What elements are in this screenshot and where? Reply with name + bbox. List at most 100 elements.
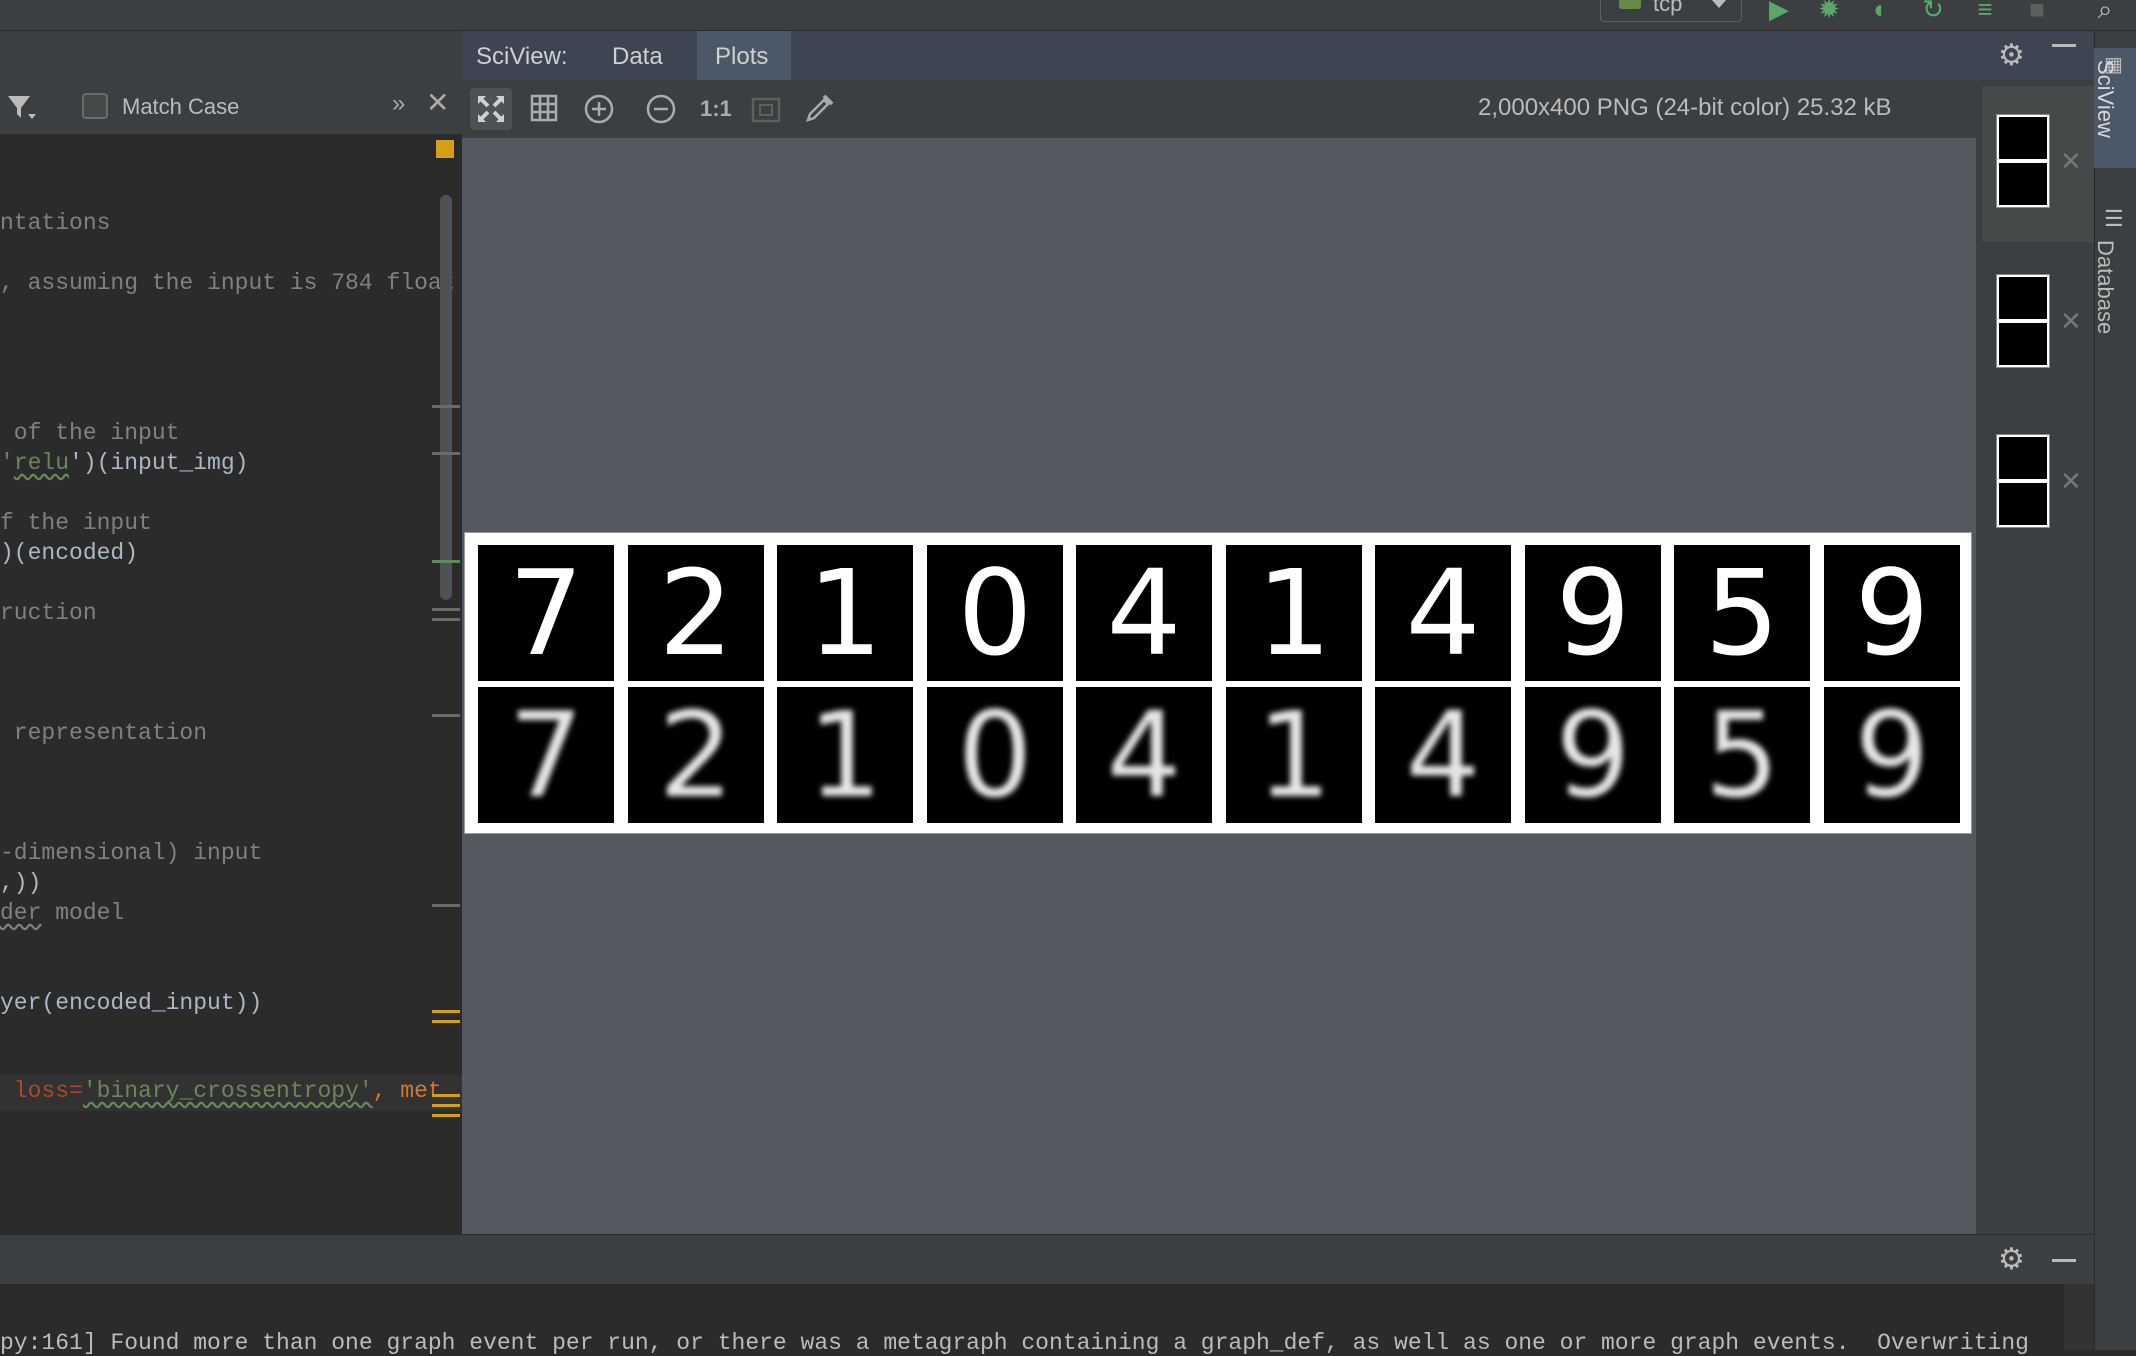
code-line: , assuming the input is 784 float [0,270,456,296]
tab-data-label: Data [612,43,663,70]
scroll-marker[interactable] [432,1010,460,1013]
digit-label: 0 [957,687,1033,823]
code-line: )(encoded) [0,540,139,566]
scroll-marker[interactable] [432,1104,460,1107]
scroll-marker[interactable] [432,1020,460,1023]
reconstructed-digit-tile: 4 [1076,687,1212,823]
run-icon[interactable]: ▶ [1764,0,1794,24]
run-panel-header [0,1234,2094,1285]
code-line: -dimensional) input [0,840,263,866]
filter-icon[interactable] [6,92,36,122]
digit-label: 1 [807,687,883,823]
chevron-down-icon [1711,0,1727,8]
code-line: representation [0,720,208,746]
code-line: ruction [0,600,97,626]
reconstructed-digit-tile: 9 [1525,687,1661,823]
actual-size-button[interactable]: 1:1 [700,96,732,122]
fit-to-window-button[interactable] [470,88,512,130]
editor-scrollbar[interactable] [440,195,452,600]
plot-thumbnails-panel [1976,80,2094,1234]
original-digit-tile: 2 [628,545,764,681]
color-picker-icon[interactable] [802,92,836,131]
match-case-checkbox[interactable] [82,93,108,119]
warning-indicator-icon[interactable] [436,140,454,158]
scroll-marker[interactable] [432,560,460,563]
original-digit-tile: 4 [1076,545,1212,681]
run-with-coverage-icon[interactable]: ◐ [1866,0,1896,24]
digit-label: 1 [1256,687,1332,823]
debug-icon[interactable]: ✹ [1814,0,1844,24]
reconstructed-digit-tile: 2 [628,687,764,823]
sciview-title: SciView: [476,43,568,70]
console-scrollbar[interactable] [2064,1284,2094,1350]
reconstructed-digit-tile: 1 [777,687,913,823]
run-configuration-label: tcp [1653,0,1683,16]
reconstructed-digit-tile: 4 [1375,687,1511,823]
plot-thumbnail[interactable] [1996,434,2050,528]
digit-label: 2 [658,545,734,681]
database-tool-label[interactable]: Database [2092,240,2118,440]
profile-icon[interactable]: ↻ [1918,0,1948,24]
original-digit-tile: 7 [478,545,614,681]
digit-label: 7 [508,545,584,681]
plot-thumbnail[interactable] [1996,114,2050,208]
gear-icon[interactable]: ⚙ [1998,38,2025,73]
reconstructed-digit-tile: 0 [927,687,1063,823]
digit-label: 9 [1854,545,1930,681]
minimize-icon[interactable] [2052,44,2076,47]
digit-label: 0 [957,545,1033,681]
original-digit-tile: 0 [927,545,1063,681]
scroll-marker[interactable] [432,714,460,717]
search-icon[interactable]: ⌕ [2090,0,2120,24]
fit-zoom-icon[interactable] [750,94,782,131]
code-line: ,)) [0,870,42,896]
close-icon[interactable]: ✕ [2060,306,2082,337]
digit-label: 9 [1555,687,1631,823]
reconstructed-digit-tile: 7 [478,687,614,823]
digit-label: 5 [1704,687,1780,823]
database-icon: ☰ [2104,206,2124,231]
code-line: yer(encoded_input)) [0,990,263,1016]
scroll-marker[interactable] [432,618,460,621]
concurrency-diagram-icon[interactable]: ≡ [1970,0,2000,24]
reconstructed-digit-tile: 5 [1674,687,1810,823]
gear-icon[interactable]: ⚙ [1998,1242,2025,1277]
image-info: 2,000x400 PNG (24-bit color) 25.32 kB [1478,94,1892,121]
code-line: loss='binary_crossentropy', met [0,1078,442,1104]
digit-label: 1 [807,545,883,681]
tab-plots[interactable]: Plots [697,31,791,80]
scroll-marker[interactable] [432,1094,460,1097]
reconstructed-digit-tile: 1 [1226,687,1362,823]
scroll-marker[interactable] [432,608,460,611]
code-line: ntations [0,210,111,236]
stop-icon[interactable]: ■ [2022,0,2052,24]
code-line: 'relu')(input_img) [0,450,249,476]
console-output: py:161] Found more than one graph event … [0,1330,2029,1356]
close-find-icon[interactable]: ✕ [426,86,449,119]
run-configuration-select[interactable]: tcp [1600,0,1742,22]
scroll-marker[interactable] [432,405,460,408]
reconstructed-digit-tile: 9 [1824,687,1960,823]
close-icon[interactable]: ✕ [2060,146,2082,177]
more-options-icon[interactable]: » [392,90,405,118]
plot-thumbnail[interactable] [1996,274,2050,368]
zoom-out-icon[interactable] [644,92,678,131]
editor-tab-strip [0,31,462,80]
code-line: f the input [0,510,152,536]
code-line: of the input [0,420,180,446]
digit-label: 4 [1405,687,1481,823]
minimize-icon[interactable] [2052,1259,2076,1262]
grid-icon[interactable] [528,92,560,129]
digit-label: 2 [658,687,734,823]
original-digit-tile: 9 [1525,545,1661,681]
digit-label: 7 [508,687,584,823]
digit-label: 4 [1106,687,1182,823]
digit-label: 4 [1405,545,1481,681]
zoom-in-icon[interactable] [582,92,616,131]
tab-data[interactable]: Data [600,31,680,80]
scroll-marker[interactable] [432,904,460,907]
scroll-marker[interactable] [432,1114,460,1117]
digit-label: 9 [1555,545,1631,681]
scroll-marker[interactable] [432,452,460,455]
close-icon[interactable]: ✕ [2060,466,2082,497]
